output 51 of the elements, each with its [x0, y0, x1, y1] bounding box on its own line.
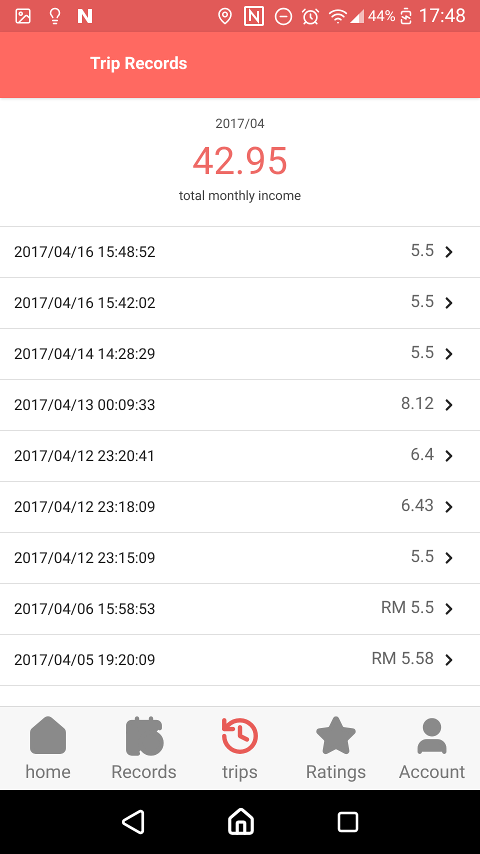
trip-row[interactable]: 2017/04/12 23:20:41 6.4 [0, 431, 480, 482]
trip-row[interactable]: 2017/04/12 23:15:09 5.5 [0, 533, 480, 584]
trip-amount: RM 5.58 [371, 648, 434, 672]
home-icon [27, 715, 69, 757]
trip-row[interactable]: 2017/04/13 00:09:33 8.12 [0, 380, 480, 431]
trip-datetime: 2017/04/13 00:09:33 [14, 394, 156, 416]
trip-datetime: 2017/04/16 15:48:52 [14, 242, 156, 263]
do-not-disturb-icon [274, 6, 293, 26]
income-caption: total monthly income [178, 188, 302, 206]
trip-datetime: 2017/04/12 23:20:41 [14, 446, 156, 467]
month-label: 2017/04 [215, 116, 265, 134]
trip-amount: 6.4 [410, 444, 434, 468]
trip-datetime: 2017/04/12 23:15:09 [14, 548, 156, 569]
battery-percent: 44% [368, 6, 396, 27]
trip-datetime: 2017/04/16 15:42:02 [14, 292, 156, 314]
trip-datetime: 2017/04/05 19:20:09 [14, 650, 156, 671]
nfc-icon [244, 6, 264, 26]
screen-title: Trip Records [90, 53, 188, 76]
trip-amount: 6.43 [400, 495, 434, 518]
trip-row[interactable]: 2017/04/06 15:58:53 RM 5.5 [0, 584, 480, 635]
history-icon [219, 715, 261, 757]
nav-tab[interactable]: Ratings [288, 707, 384, 790]
back-icon[interactable] [120, 809, 146, 835]
trip-datetime: 2017/04/14 14:28:29 [14, 344, 156, 365]
trip-datetime: 2017/04/06 15:58:53 [14, 598, 156, 620]
total-income: 42.95 [192, 138, 288, 186]
home-icon[interactable] [226, 807, 256, 837]
trip-amount: 5.5 [410, 240, 434, 264]
nav-tab[interactable]: Records [96, 707, 192, 790]
trip-row[interactable]: 2017/04/14 14:28:29 5.5 [0, 329, 480, 380]
trip-row[interactable]: 2017/04/16 15:48:52 5.5 [0, 227, 480, 278]
location-icon [216, 7, 234, 25]
trip-amount: RM 5.5 [380, 597, 434, 620]
trip-amount: 5.5 [410, 291, 434, 314]
trip-row[interactable]: 2017/04/05 19:20:09 RM 5.58 [0, 635, 480, 686]
trip-amount: 8.12 [400, 393, 434, 416]
image-icon [14, 7, 32, 25]
trip-amount: 5.5 [410, 342, 434, 366]
nav-tab[interactable]: Account [384, 707, 480, 790]
trip-row[interactable]: 2017/04/12 23:18:09 6.43 [0, 482, 480, 533]
n-logo-icon [76, 7, 94, 25]
clock: 17:48 [418, 2, 466, 29]
alarm-icon [300, 6, 320, 26]
nav-tab[interactable]: trips [192, 707, 288, 790]
trip-row[interactable]: 2017/04/16 15:42:02 5.5 [0, 278, 480, 329]
star-icon [315, 715, 357, 757]
trip-amount: 5.5 [410, 546, 434, 570]
recents-icon[interactable] [336, 810, 360, 834]
signal-icon [350, 9, 364, 23]
trip-datetime: 2017/04/12 23:18:09 [14, 496, 156, 518]
nav-tab[interactable]: home [0, 707, 96, 790]
